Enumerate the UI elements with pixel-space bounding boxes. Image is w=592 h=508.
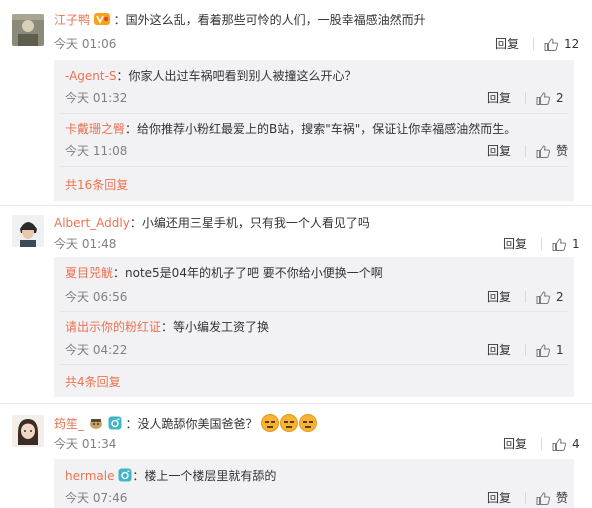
comment-line: Albert_Addly：小编还用三星手机，只有我一个人看见了吗 [54,215,370,231]
reply-actions: 回复 2 [487,289,564,305]
username[interactable]: Albert_Addly [54,216,130,230]
like-count: 4 [572,437,580,451]
reply-box: -Agent-S：你家人出过车祸吧看到别人被撞这么开心？ 今天 01:32 回复… [54,60,574,201]
reply-button[interactable]: 回复 [487,90,511,106]
like-button[interactable]: 2 [536,289,564,305]
camera-badge-icon [108,416,122,434]
comment-time: 今天 01:48 [54,237,117,251]
reply-actions: 回复 1 [487,342,564,358]
reply-button[interactable]: 回复 [487,342,511,358]
divider [525,492,527,504]
more-replies-link[interactable]: 共4条回复 [65,374,121,390]
divider [533,38,535,50]
like-button[interactable]: 1 [552,236,580,252]
reply-actions: 回复 2 [487,90,564,106]
like-button[interactable]: 12 [544,36,579,52]
like-count: 1 [572,237,580,251]
reply-time: 今天 06:56 [65,290,128,304]
avatar[interactable] [12,215,44,247]
comment-text: ：没人跪舔你美国爸爸？ [125,417,258,431]
thumbs-up-icon [536,91,551,105]
like-count: 2 [556,91,564,105]
username[interactable]: 筠笙_ [54,417,84,431]
reply-text: ：等小编发工资了换 [161,320,270,334]
like-count: 赞 [556,144,569,158]
reply-box: hermale ：楼上一个楼层里就有舔的 今天 07:46 回复 赞 [54,459,574,508]
vip-badge-icon [93,12,110,30]
like-count: 12 [564,37,580,51]
reply-username[interactable]: -Agent-S [65,69,117,83]
divider [525,92,527,104]
comment-actions: 回复 1 [503,236,580,252]
avatar[interactable] [12,415,44,447]
like-button[interactable]: 4 [552,436,580,452]
divider [0,403,592,404]
unamused-emoji-icon [261,414,280,432]
reply-button[interactable]: 回复 [487,289,511,305]
reply-button[interactable]: 回复 [495,36,519,52]
medal-badge-icon [88,416,104,434]
thumbs-up-icon [536,144,551,158]
unamused-emoji-icon [299,414,318,432]
reply-username[interactable]: 请出示你的粉红证 [65,320,161,334]
thumbs-up-icon [536,343,551,357]
reply-box: 夏目兕觥：note5是04年的机子了吧 要不你给小便换一个啊 今天 06:56 … [54,257,574,397]
comment-text: ：国外这么乱，看着那些可怜的人们，一股幸福感油然而升 [113,13,426,27]
camera-badge-icon [118,468,132,486]
like-count: 1 [556,343,564,357]
divider [525,145,527,157]
reply-time: 今天 11:08 [65,144,128,158]
comment-time: 今天 01:06 [54,37,117,51]
like-button[interactable]: 赞 [536,490,568,506]
reply-button[interactable]: 回复 [487,490,511,506]
divider [541,438,543,450]
thumbs-up-icon [552,437,567,451]
thumbs-up-icon [536,290,551,304]
reply-text: ：给你推荐小粉红最爱上的B站，搜索"车祸"，保证让你幸福感油然而生。 [125,122,517,136]
divider [60,113,568,114]
username[interactable]: 江子鸭 [54,13,90,27]
reply-username[interactable]: hermale [65,469,114,483]
reply-time: 今天 01:32 [65,91,128,105]
reply-actions: 回复 赞 [487,490,568,506]
reply-text: ：你家人出过车祸吧看到别人被撞这么开心？ [116,69,357,83]
reply-text: ：楼上一个楼层里就有舔的 [132,469,277,483]
thumbs-up-icon [536,491,551,505]
avatar[interactable] [12,14,44,46]
thumbs-up-icon [552,237,567,251]
like-button[interactable]: 赞 [536,143,568,159]
divider [60,166,568,167]
reply-button[interactable]: 回复 [503,236,527,252]
reply-time: 今天 04:22 [65,343,128,357]
comment-line: 江子鸭 ：国外这么乱，看着那些可怜的人们，一股幸福感油然而升 [54,12,426,30]
comment-line: 筠笙_ ：没人跪舔你美国爸爸？ [54,414,318,434]
reply-text: ：note5是04年的机子了吧 要不你给小便换一个啊 [113,266,383,280]
like-count: 赞 [556,491,569,505]
divider [541,238,543,250]
like-count: 2 [556,290,564,304]
reply-actions: 回复 赞 [487,143,568,159]
comment-actions: 回复 12 [495,36,579,52]
comment-time: 今天 01:34 [54,437,117,451]
comment-text: ：小编还用三星手机，只有我一个人看见了吗 [129,216,370,230]
divider [525,344,527,356]
reply-username[interactable]: 夏目兕觥 [65,266,113,280]
divider [60,364,568,365]
like-button[interactable]: 2 [536,90,564,106]
divider [60,311,568,312]
reply-button[interactable]: 回复 [503,436,527,452]
divider [525,291,527,303]
like-button[interactable]: 1 [536,342,564,358]
thumbs-up-icon [544,37,559,51]
reply-button[interactable]: 回复 [487,143,511,159]
comment-actions: 回复 4 [503,436,580,452]
reply-time: 今天 07:46 [65,491,128,505]
unamused-emoji-icon [280,414,299,432]
divider [0,205,592,206]
more-replies-link[interactable]: 共16条回复 [65,177,128,193]
reply-username[interactable]: 卡戴珊之臀 [65,122,125,136]
